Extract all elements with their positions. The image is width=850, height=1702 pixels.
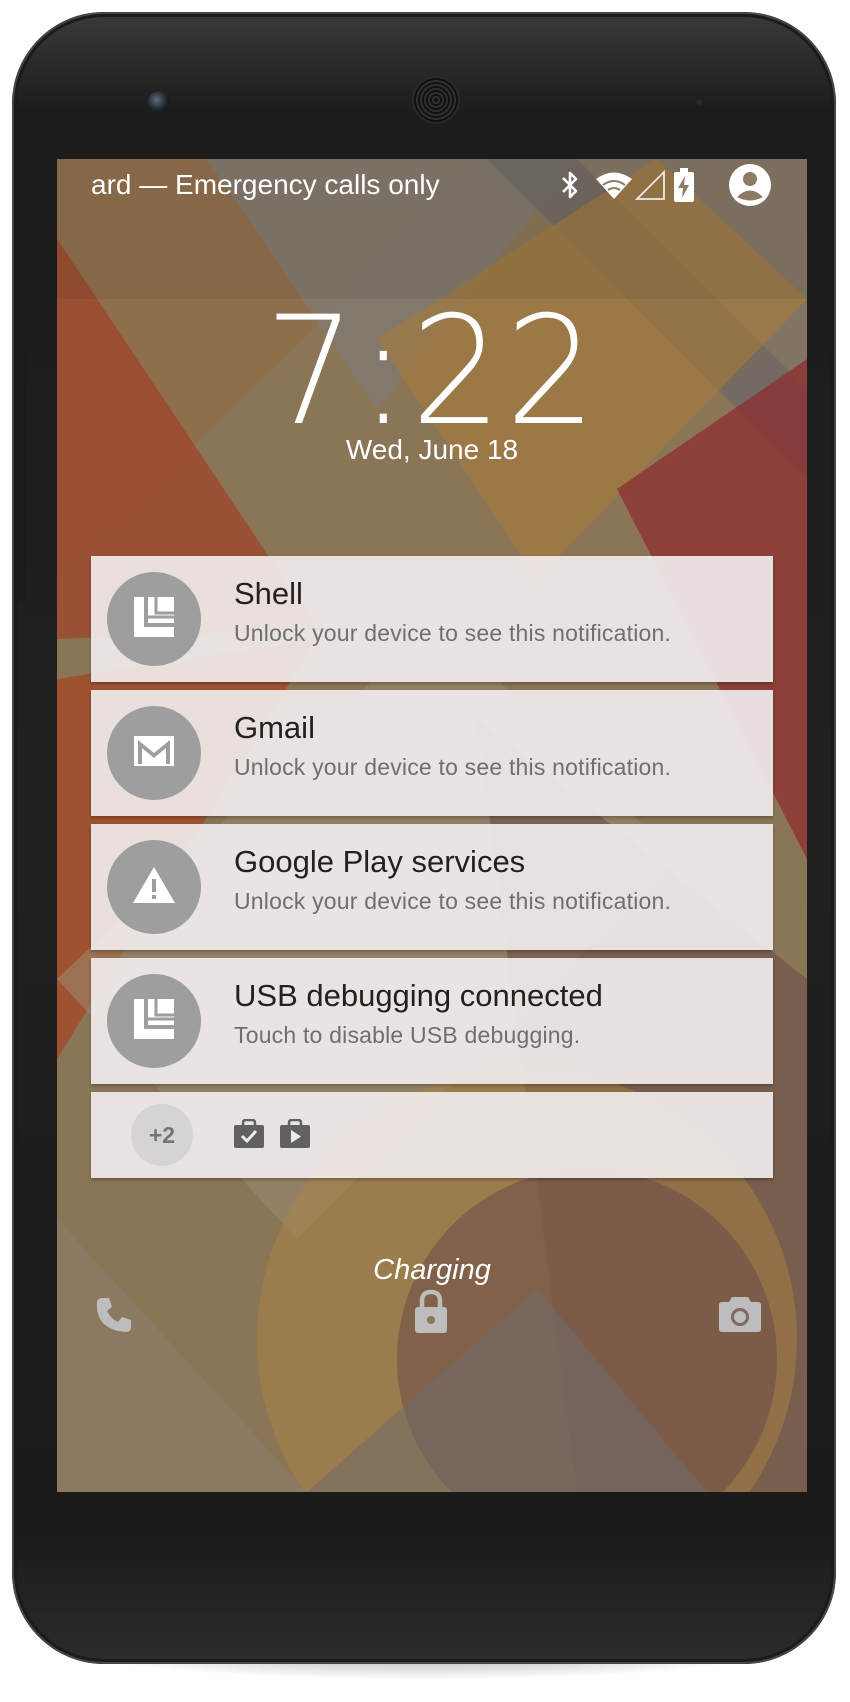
clock-date: Wed, June 18 xyxy=(345,434,519,465)
notification-card[interactable]: Gmail Unlock your device to see this not… xyxy=(91,690,773,816)
notification-title: Gmail xyxy=(234,710,315,745)
notification-app-icon xyxy=(107,572,201,666)
shell-icon xyxy=(132,997,176,1046)
lock-icon[interactable] xyxy=(413,1289,449,1340)
carrier-status: ard — Emergency calls only xyxy=(91,169,440,200)
light-sensor xyxy=(697,100,702,105)
charging-status: Charging xyxy=(373,1254,491,1286)
notification-text: Unlock your device to see this notificat… xyxy=(234,754,672,780)
notification-card[interactable]: Google Play services Unlock your device … xyxy=(91,824,773,950)
notification-title: USB debugging connected xyxy=(234,978,603,1013)
front-camera xyxy=(414,78,458,122)
overflow-count-badge: +2 xyxy=(131,1104,193,1166)
proximity-sensor xyxy=(148,91,170,113)
shopping-bag-check-icon xyxy=(233,1118,265,1154)
lock-screen: ard — Emergency calls only 7:22 Wed, Jun… xyxy=(57,159,807,1492)
battery-charging-icon xyxy=(673,168,695,202)
camera-icon[interactable] xyxy=(718,1295,762,1338)
status-icons xyxy=(559,164,771,206)
bluetooth-icon xyxy=(559,169,581,201)
notification-text: Unlock your device to see this notificat… xyxy=(234,888,672,914)
notification-title: Google Play services xyxy=(234,844,526,879)
clock-time: 7:22 xyxy=(264,285,600,459)
gmail-icon xyxy=(132,734,176,773)
phone-icon[interactable] xyxy=(94,1295,134,1340)
notification-app-icon xyxy=(107,706,201,800)
notification-app-icon xyxy=(107,974,201,1068)
shell-icon xyxy=(132,595,176,644)
volume-button xyxy=(16,342,26,602)
notification-text: Touch to disable USB debugging. xyxy=(234,1022,581,1048)
notification-overflow[interactable]: +2 xyxy=(91,1092,773,1178)
notification-card[interactable]: Shell Unlock your device to see this not… xyxy=(91,556,773,682)
notification-app-icon xyxy=(107,840,201,934)
notification-card[interactable]: USB debugging connected Touch to disable… xyxy=(91,958,773,1084)
play-store-bag-icon xyxy=(279,1118,311,1154)
warning-icon xyxy=(132,865,176,910)
wifi-icon xyxy=(595,170,633,200)
user-avatar-icon[interactable] xyxy=(729,164,771,206)
notification-title: Shell xyxy=(234,576,303,611)
cell-signal-icon xyxy=(635,170,665,200)
notification-text: Unlock your device to see this notificat… xyxy=(234,620,672,646)
phone-frame: ard — Emergency calls only 7:22 Wed, Jun… xyxy=(12,12,836,1664)
power-button xyxy=(822,228,832,338)
